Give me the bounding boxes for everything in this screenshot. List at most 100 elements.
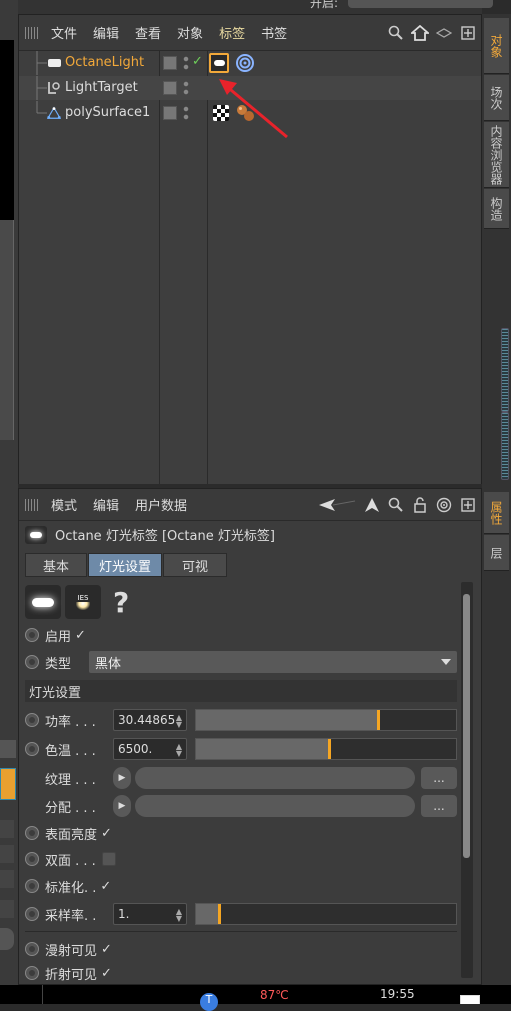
menu-userdata[interactable]: 用户数据 [135, 495, 187, 514]
checkmark-icon[interactable]: ✓ [101, 826, 112, 841]
tab-visibility[interactable]: 可视 [163, 553, 228, 577]
distribution-browse-button[interactable]: ... [421, 795, 457, 817]
search-icon[interactable] [387, 496, 405, 514]
param-label: 启用 [45, 629, 72, 645]
animate-radio[interactable] [25, 966, 39, 980]
animate-radio[interactable] [25, 907, 39, 921]
panel-grip-icon[interactable] [25, 498, 39, 511]
temperature-input[interactable]: 6500. ▲ ▼ [113, 738, 187, 760]
rtab-structure[interactable]: 构造 [484, 189, 509, 229]
spinner-arrows-icon[interactable]: ▲ ▼ [176, 908, 182, 923]
power-input[interactable]: 30.44865 ▲ ▼ [113, 709, 187, 731]
checkmark-icon[interactable]: ✓ [101, 942, 112, 957]
spinner-arrows-icon[interactable]: ▲ ▼ [176, 714, 182, 729]
render-dots[interactable] [183, 105, 189, 121]
distribution-link-field[interactable] [135, 795, 415, 817]
tree-item-label[interactable]: polySurface1 [65, 105, 150, 120]
new-window-icon[interactable] [459, 496, 477, 514]
animate-radio[interactable] [25, 713, 39, 727]
search-icon[interactable] [387, 24, 405, 42]
visibility-toggle[interactable] [163, 81, 177, 95]
menu-file[interactable]: 文件 [51, 23, 77, 42]
home-icon[interactable] [411, 24, 429, 42]
left-spinner[interactable] [0, 845, 14, 863]
viewport-dark-area [0, 40, 14, 220]
param-diffuse-visible: 漫射可见 ✓ [25, 937, 457, 961]
menu-edit[interactable]: 编辑 [93, 495, 119, 514]
link-arrow-button[interactable]: ▶ [113, 795, 131, 817]
top-field-input[interactable] [348, 0, 493, 8]
power-slider[interactable] [195, 709, 457, 731]
double-sided-checkbox[interactable] [101, 852, 116, 866]
panel-grip-icon[interactable] [25, 26, 39, 39]
checkmark-icon[interactable]: ✓ [101, 966, 112, 981]
light-rect-icon [47, 56, 61, 70]
render-dots[interactable] [183, 55, 189, 71]
slider-knob[interactable] [377, 710, 380, 730]
menu-bookmarks[interactable]: 书签 [261, 23, 287, 42]
menu-object[interactable]: 对象 [177, 23, 203, 42]
menu-edit[interactable]: 编辑 [93, 23, 119, 42]
area-light-icon[interactable] [25, 585, 61, 619]
target-icon[interactable] [435, 496, 453, 514]
visibility-toggle[interactable] [163, 106, 177, 120]
section-light-settings[interactable]: 灯光设置 [25, 680, 457, 702]
left-tool-button[interactable] [0, 740, 16, 758]
ies-light-icon[interactable]: IES [65, 585, 101, 619]
left-spinner[interactable] [0, 820, 14, 838]
sampling-input[interactable]: 1. ▲ ▼ [113, 903, 187, 925]
slider-knob[interactable] [327, 739, 331, 759]
tab-basic[interactable]: 基本 [25, 553, 87, 577]
animate-radio[interactable] [25, 655, 39, 669]
left-spinner[interactable] [0, 870, 14, 888]
menu-view[interactable]: 查看 [135, 23, 161, 42]
rtab-attributes[interactable]: 属性 [484, 492, 509, 534]
animate-radio[interactable] [25, 879, 39, 893]
left-tool-icon[interactable] [0, 768, 16, 800]
tree-item-label[interactable]: LightTarget [65, 80, 138, 95]
rtab-content-browser[interactable]: 内容浏览器 [484, 122, 509, 188]
visibility-toggle[interactable] [163, 56, 177, 70]
left-spinner[interactable] [0, 900, 14, 918]
octane-light-tag-icon[interactable] [209, 53, 229, 73]
animate-radio[interactable] [25, 852, 39, 866]
tree-item-label[interactable]: OctaneLight [65, 55, 144, 70]
rtab-layers[interactable]: 层 [484, 535, 509, 571]
render-dots[interactable] [183, 80, 189, 96]
animate-radio[interactable] [25, 826, 39, 840]
menu-tags[interactable]: 标签 [219, 23, 245, 42]
rtab-objects[interactable]: 对象 [484, 18, 509, 74]
menu-mode[interactable]: 模式 [51, 495, 77, 514]
param-double-sided: 双面 . . . [25, 847, 457, 871]
new-window-icon[interactable] [459, 24, 477, 42]
rtab-takes[interactable]: 场次 [484, 75, 509, 121]
filter-icon[interactable] [435, 24, 453, 42]
target-tag-icon[interactable] [235, 53, 255, 73]
up-arrow-icon[interactable] [363, 496, 381, 514]
animate-radio[interactable] [25, 742, 39, 756]
checkmark-icon[interactable]: ✓ [100, 879, 111, 894]
link-arrow-button[interactable]: ▶ [113, 767, 131, 789]
tab-light-settings[interactable]: 灯光设置 [88, 553, 163, 577]
sampling-slider[interactable] [195, 903, 457, 925]
back-arrow-icon[interactable] [317, 496, 357, 514]
animate-radio[interactable] [25, 942, 39, 956]
help-icon[interactable]: ? [113, 586, 129, 619]
tree-row-octanelight[interactable]: OctaneLight ✓ [19, 51, 481, 75]
app-icon[interactable]: T [200, 993, 218, 1011]
top-field-label: 开启: [310, 0, 339, 10]
texture-browse-button[interactable]: ... [421, 767, 457, 789]
scrollbar-thumb[interactable] [463, 594, 470, 858]
animate-radio[interactable] [25, 628, 39, 642]
left-button[interactable] [0, 928, 14, 950]
top-bar: 开启: [18, 0, 493, 14]
checkmark-icon[interactable]: ✓ [75, 628, 86, 643]
type-dropdown[interactable]: 黑体 [89, 651, 457, 673]
temperature-slider[interactable] [195, 738, 457, 760]
texture-link-field[interactable] [135, 767, 415, 789]
slider-knob[interactable] [218, 904, 222, 924]
lock-icon[interactable] [411, 496, 429, 514]
checkmark-icon[interactable]: ✓ [192, 54, 203, 69]
notification-icon[interactable] [460, 995, 480, 1004]
spinner-arrows-icon[interactable]: ▲ ▼ [176, 743, 182, 758]
